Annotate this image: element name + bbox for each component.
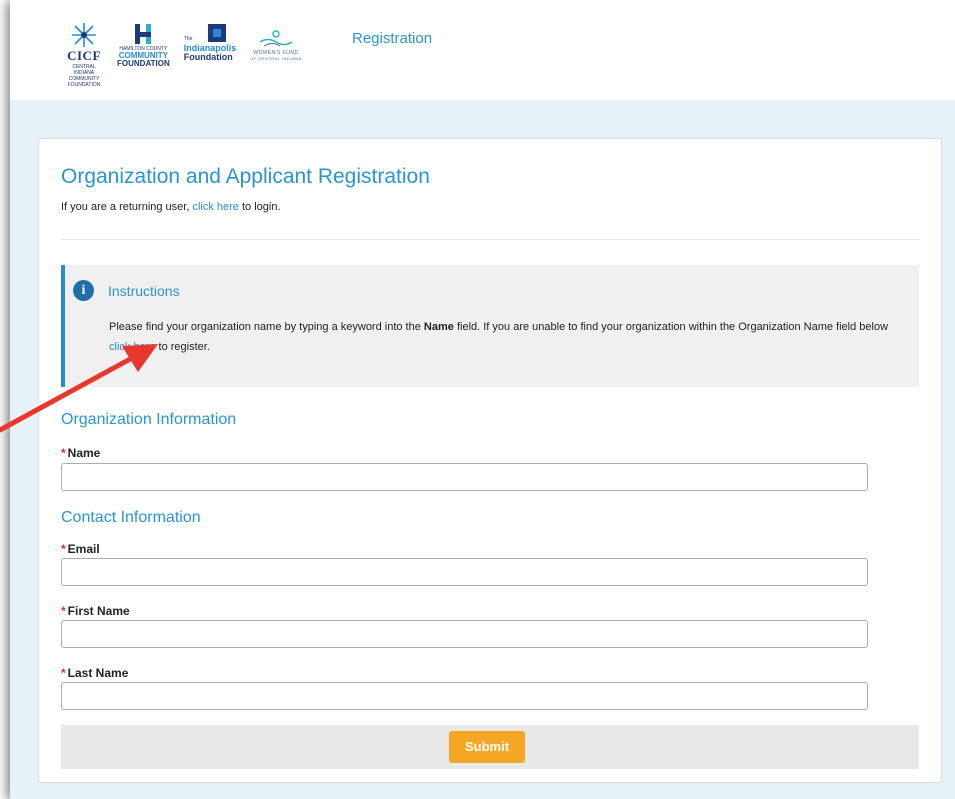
last-name-label-text: Last Name	[67, 666, 129, 680]
required-marker: *	[61, 604, 66, 618]
first-name-input[interactable]	[61, 620, 868, 648]
cicf-logo-subtext: CENTRAL INDIANA COMMUNITY FOUNDATION	[67, 64, 101, 88]
info-icon: i	[73, 280, 94, 301]
first-name-label-text: First Name	[67, 604, 130, 618]
required-marker: *	[61, 542, 66, 556]
instructions-text-1: Please find your organization name by ty…	[109, 321, 424, 333]
instructions-text-2: field. If you are unable to find your or…	[453, 321, 889, 333]
instructions-panel: i Instructions Please find your organiza…	[61, 265, 919, 387]
cicf-logo: CICF CENTRAL INDIANA COMMUNITY FOUNDATIO…	[65, 22, 103, 88]
hamilton-h-icon	[135, 24, 152, 44]
login-link[interactable]: click here	[192, 201, 238, 213]
instructions-name-bold: Name	[423, 321, 454, 333]
indy-square-icon	[208, 24, 227, 42]
returning-prefix: If you are a returning user,	[61, 201, 193, 213]
first-name-label: * First Name	[61, 604, 130, 618]
cicf-star-icon	[72, 23, 96, 47]
name-label: * Name	[61, 446, 100, 460]
contact-section-title: Contact Information	[61, 509, 201, 526]
last-name-input[interactable]	[61, 682, 868, 710]
last-name-label: * Last Name	[61, 666, 128, 680]
indianapolis-foundation-logo: The Indianapolis Foundation	[183, 22, 236, 62]
register-link[interactable]: click here	[109, 341, 155, 353]
email-label-text: Email	[67, 542, 100, 556]
submit-button[interactable]: Submit	[449, 731, 525, 763]
form-footer: Submit	[61, 725, 919, 769]
indy-logo-the: The	[183, 36, 193, 42]
returning-suffix: to login.	[238, 201, 281, 213]
partner-logos: CICF CENTRAL INDIANA COMMUNITY FOUNDATIO…	[65, 22, 316, 92]
womens-fund-logo-line2: OF CENTRAL INDIANA	[250, 56, 302, 61]
page-title: Organization and Applicant Registration	[61, 165, 430, 188]
instructions-title: Instructions	[108, 283, 180, 299]
required-marker: *	[61, 446, 66, 460]
divider	[61, 239, 919, 240]
nav-registration-title[interactable]: Registration	[352, 30, 432, 47]
browser-window: CICF CENTRAL INDIANA COMMUNITY FOUNDATIO…	[10, 0, 955, 799]
hamilton-logo-line3: FOUNDATION	[117, 59, 170, 68]
instructions-body: Please find your organization name by ty…	[109, 317, 899, 357]
required-marker: *	[61, 666, 66, 680]
hamilton-county-logo: HAMILTON COUNTY COMMUNITY FOUNDATION	[117, 22, 170, 68]
womens-fund-logo: WOMEN'S FUND OF CENTRAL INDIANA	[250, 28, 302, 62]
name-input[interactable]	[61, 463, 868, 491]
organization-section-title: Organization Information	[61, 411, 237, 428]
returning-user-text: If you are a returning user, click here …	[61, 201, 281, 213]
email-label: * Email	[61, 542, 100, 556]
email-input[interactable]	[61, 558, 868, 586]
site-header: CICF CENTRAL INDIANA COMMUNITY FOUNDATIO…	[10, 0, 955, 100]
name-label-text: Name	[67, 446, 101, 460]
indy-logo-line3: Foundation	[183, 52, 233, 62]
cicf-logo-text: CICF	[67, 48, 101, 63]
womens-fund-wave-icon	[259, 30, 293, 47]
registration-card: Organization and Applicant Registration …	[38, 138, 942, 783]
instructions-text-3: to register.	[155, 341, 210, 353]
